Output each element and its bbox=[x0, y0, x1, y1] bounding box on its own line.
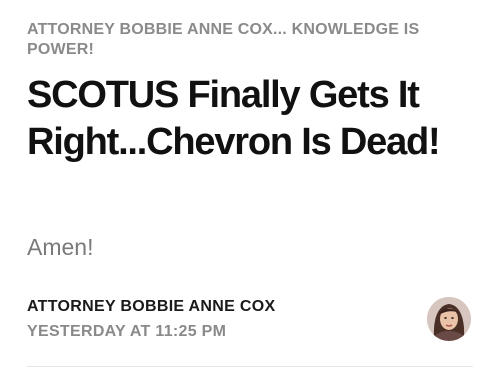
article-header: ATTORNEY BOBBIE ANNE COX... KNOWLEDGE IS… bbox=[27, 0, 477, 378]
byline: ATTORNEY BOBBIE ANNE COX YESTERDAY AT 11… bbox=[27, 293, 477, 345]
post-subtitle: Amen! bbox=[27, 234, 94, 260]
publication-name[interactable]: ATTORNEY BOBBIE ANNE COX... KNOWLEDGE IS… bbox=[27, 20, 467, 60]
header-divider bbox=[27, 366, 473, 367]
author-avatar-icon bbox=[427, 297, 471, 341]
post-timestamp: YESTERDAY AT 11:25 PM bbox=[27, 323, 227, 340]
author-avatar[interactable] bbox=[427, 297, 471, 341]
author-name[interactable]: ATTORNEY BOBBIE ANNE COX bbox=[27, 297, 275, 317]
post-title[interactable]: SCOTUS Finally Gets It Right...Chevron I… bbox=[27, 72, 477, 166]
